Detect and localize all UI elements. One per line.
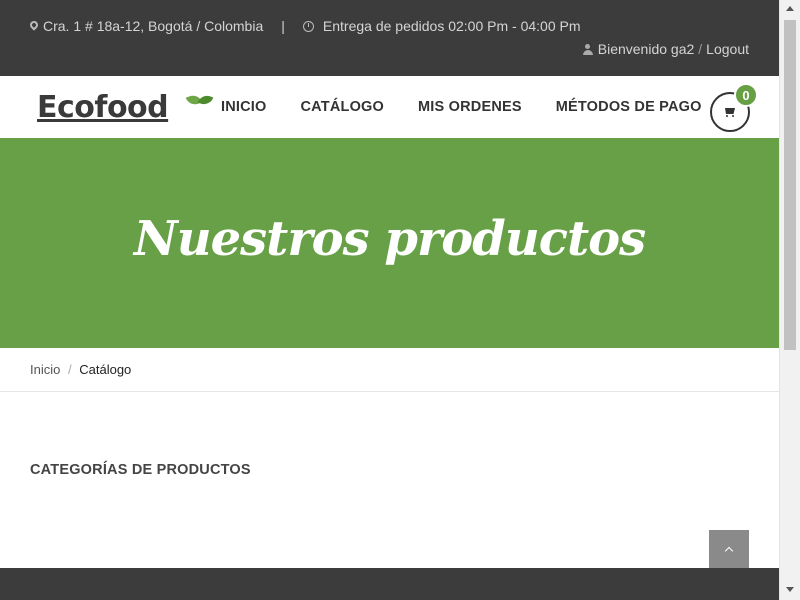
shopping-cart-icon xyxy=(724,107,736,117)
page-title: Nuestros productos xyxy=(133,211,646,267)
session-divider: / xyxy=(698,41,703,57)
ecofood-logo[interactable]: Ecofood xyxy=(37,90,214,125)
page: Cra. 1 # 18a-12, Bogotá / Colombia | Ent… xyxy=(0,0,779,600)
chevron-up-icon xyxy=(724,546,734,555)
scroll-down-arrow-icon[interactable] xyxy=(786,587,794,592)
contact-info: Cra. 1 # 18a-12, Bogotá / Colombia | Ent… xyxy=(28,18,581,34)
scroll-up-arrow-icon[interactable] xyxy=(786,6,794,11)
scrollbar-thumb[interactable] xyxy=(784,20,796,350)
scroll-to-top-button[interactable] xyxy=(709,530,749,568)
page-banner: Nuestros productos xyxy=(0,138,779,348)
delivery-hours-text: Entrega de pedidos 02:00 Pm - 04:00 Pm xyxy=(322,18,581,34)
breadcrumb: Inicio / Catálogo xyxy=(0,348,779,392)
nav-metodos-de-pago[interactable]: MÉTODOS DE PAGO xyxy=(556,99,702,115)
breadcrumb-home[interactable]: Inicio xyxy=(30,362,60,377)
nav-inicio[interactable]: INICIO xyxy=(221,99,267,115)
footer xyxy=(0,568,779,600)
map-marker-icon xyxy=(28,19,40,31)
main-nav: INICIO CATÁLOGO MIS ORDENES MÉTODOS DE P… xyxy=(221,99,736,115)
nav-mis-ordenes[interactable]: MIS ORDENES xyxy=(418,99,522,115)
main-header: Ecofood INICIO CATÁLOGO MIS ORDENES MÉTO… xyxy=(0,76,779,138)
cart-count-badge: 0 xyxy=(734,83,758,107)
breadcrumb-divider: / xyxy=(67,362,72,377)
user-icon xyxy=(582,43,593,55)
address-text: Cra. 1 # 18a-12, Bogotá / Colombia xyxy=(43,18,264,34)
user-session: Bienvenido ga2 / Logout xyxy=(582,41,749,57)
categories-heading: CATEGORÍAS DE PRODUCTOS xyxy=(30,462,251,478)
leaf-icon xyxy=(197,93,214,107)
info-separator: | xyxy=(281,18,285,34)
nav-catalogo[interactable]: CATÁLOGO xyxy=(301,99,385,115)
top-info-bar: Cra. 1 # 18a-12, Bogotá / Colombia | Ent… xyxy=(0,0,779,76)
logout-link[interactable]: Logout xyxy=(706,41,749,57)
logo-text: Ecofood xyxy=(37,90,169,125)
page-scrollbar[interactable] xyxy=(779,0,800,600)
breadcrumb-current: Catálogo xyxy=(79,362,132,377)
welcome-user-link[interactable]: Bienvenido ga2 xyxy=(598,41,695,57)
clock-icon xyxy=(302,20,314,32)
